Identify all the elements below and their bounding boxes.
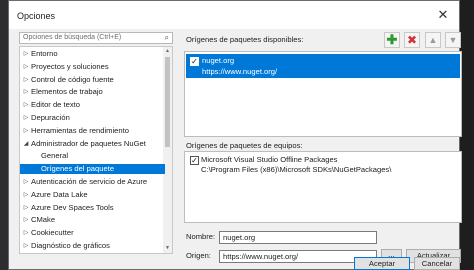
available-sources-label: Orígenes de paquetes disponibles: [186, 35, 304, 44]
collapsed-arrow-icon[interactable]: ▷ [22, 215, 30, 225]
available-sources-list[interactable]: ✓ nuget.org https://www.nuget.org/ [184, 51, 462, 137]
collapsed-arrow-icon[interactable]: ▷ [22, 126, 30, 136]
tree-item-label: Elementos de trabajo [31, 87, 103, 97]
tree-item[interactable]: ▷ Proyectos y soluciones [20, 62, 165, 72]
tree-item-label: General [41, 151, 69, 161]
tree-item[interactable]: ▷ Herramientas de rendimiento [20, 126, 165, 136]
collapsed-arrow-icon[interactable]: ▷ [22, 49, 30, 59]
search-icon[interactable]: ⌕ [165, 33, 169, 43]
remove-source-button[interactable]: ✖ [404, 32, 420, 48]
source-label: Origen: [186, 251, 211, 260]
source-url: https://www.nuget.org/ [202, 67, 278, 76]
accept-button[interactable]: Aceptar [354, 257, 410, 270]
tree-item[interactable]: ▷ Depuración [20, 113, 165, 123]
tree-item-label: Proyectos y soluciones [31, 61, 109, 71]
machine-source-path: C:\Program Files (x86)\Microsoft SDKs\Nu… [201, 165, 392, 174]
collapsed-arrow-icon[interactable]: ▷ [22, 177, 30, 187]
tree-item-label: CMake [31, 215, 56, 225]
window-title: Opciones [17, 11, 56, 21]
tree-item[interactable]: Orígenes del paquete [20, 164, 165, 175]
tree-item[interactable]: ▷ Elementos de trabajo [20, 87, 165, 97]
source-checkbox[interactable]: ✓ [190, 57, 199, 66]
name-label: Nombre: [186, 232, 216, 241]
tree-item-label: Control de código fuente [31, 74, 114, 84]
tree-item[interactable]: ▷ Autenticación de servicio de Azure [20, 177, 165, 187]
collapsed-arrow-icon[interactable]: ▷ [22, 113, 30, 123]
scroll-thumb[interactable] [165, 57, 170, 147]
collapsed-arrow-icon[interactable]: ▷ [22, 228, 30, 238]
collapsed-arrow-icon[interactable]: ▷ [22, 241, 30, 251]
search-input[interactable]: Opciones de búsqueda (Ctrl+E) ⌕ [19, 32, 173, 44]
collapsed-arrow-icon[interactable]: ▷ [22, 62, 30, 72]
machine-source-name: Microsoft Visual Studio Offline Packages [201, 155, 338, 164]
tree-item-label: Orígenes del paquete [41, 164, 115, 174]
tree-item-label: Herramientas de rendimiento [31, 125, 129, 135]
tree-item[interactable]: ▷ Editor de texto [20, 100, 165, 110]
tree-item[interactable]: General [20, 151, 165, 161]
tree-item[interactable]: ▷ Diagnóstico de gráficos [20, 241, 165, 251]
tree-item-label: Azure Dev Spaces Tools [31, 202, 114, 212]
tree-item[interactable]: ▷ CMake [20, 215, 165, 225]
source-name: nuget.org [202, 56, 235, 65]
collapsed-arrow-icon[interactable]: ▷ [22, 87, 30, 97]
tree-item[interactable]: ◢ Administrador de paquetes NuGet [20, 139, 165, 149]
list-item[interactable]: ✓ nuget.org https://www.nuget.org/ [186, 54, 460, 78]
tree-item-label: Editor de texto [31, 100, 80, 110]
search-placeholder: Opciones de búsqueda (Ctrl+E) [23, 34, 122, 41]
tree-item[interactable]: ▷ Cookiecutter [20, 228, 165, 238]
title-bar: Opciones ✕ [9, 1, 459, 29]
collapsed-arrow-icon[interactable]: ▷ [22, 100, 30, 110]
move-up-button[interactable]: ▲ [425, 32, 441, 48]
tree-item[interactable]: ▷ Control de código fuente [20, 75, 165, 85]
tree-item[interactable]: ▷ Azure Dev Spaces Tools [20, 203, 165, 213]
options-tree[interactable]: ▲ ▼ ▷ Entorno ▷ Proyectos y soluciones ▷ Cont… [19, 46, 173, 254]
tree-item[interactable]: ▷ Azure Data Lake [20, 190, 165, 200]
move-down-button[interactable]: ▼ [445, 32, 461, 48]
machine-source-checkbox[interactable]: ✓ [190, 156, 199, 165]
tree-item-label: Entorno [31, 49, 58, 58]
options-dialog: Opciones ✕ Opciones de búsqueda (Ctrl+E)… [8, 0, 462, 270]
tree-item-label: Azure Data Lake [31, 189, 88, 199]
tree-item-label: Diagnóstico de gráficos [31, 241, 110, 250]
machine-sources-label: Orígenes de paquetes de equipos: [186, 141, 303, 150]
collapsed-arrow-icon[interactable]: ▷ [22, 75, 30, 85]
tree-item-label: Autenticación de servicio de Azure [31, 177, 148, 186]
tree-item[interactable]: ▷ Entorno [20, 49, 165, 59]
tree-item-label: Administrador de paquetes NuGet [31, 138, 146, 148]
name-field[interactable]: nuget.org [219, 231, 377, 244]
tree-item-label: Depuración [31, 113, 70, 122]
collapsed-arrow-icon[interactable]: ▷ [22, 203, 30, 213]
expanded-arrow-icon[interactable]: ◢ [22, 139, 30, 149]
collapsed-arrow-icon[interactable]: ▷ [22, 190, 30, 200]
background-editor-right [460, 0, 474, 270]
add-source-button[interactable]: ✚ [384, 32, 400, 48]
close-icon[interactable]: ✕ [435, 7, 451, 23]
cancel-button[interactable]: Cancelar [414, 257, 460, 270]
machine-sources-list[interactable]: ✓ Microsoft Visual Studio Offline Packag… [184, 151, 462, 223]
tree-item-label: Cookiecutter [31, 228, 74, 238]
